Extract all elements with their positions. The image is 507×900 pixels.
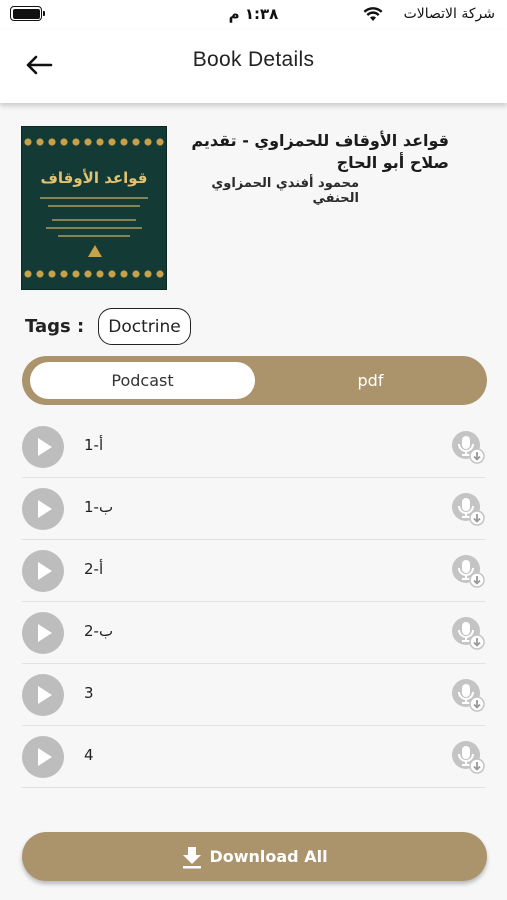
mic-download-icon[interactable]: [451, 492, 485, 526]
list-item: 4: [22, 726, 485, 788]
list-item: 1-أ: [22, 416, 485, 478]
list-item: 2-ب: [22, 602, 485, 664]
book-author: محمود أفندي الحمزاوي الحنفي: [211, 176, 359, 206]
play-icon: [38, 686, 52, 704]
track-label: 1-ب: [84, 498, 114, 516]
download-all-label: Download All: [209, 847, 328, 866]
track-label: 2-أ: [84, 560, 104, 578]
book-cover: قواعد الأوقاف: [21, 126, 167, 290]
play-button[interactable]: [22, 674, 64, 716]
cover-emblem-icon: [88, 245, 102, 257]
track-list: 1-أ 1-ب 2-أ 2-ب 3 4: [0, 416, 507, 788]
tag-doctrine[interactable]: Doctrine: [98, 308, 191, 345]
status-bar: ١:٣٨ م شركة الاتصالات: [0, 0, 507, 30]
track-label: 1-أ: [84, 436, 104, 454]
play-icon: [38, 562, 52, 580]
book-info: قواعد الأوقاف قواعد الأوقاف للحمزاوي - ت…: [21, 126, 487, 292]
page-title: Book Details: [192, 48, 315, 71]
play-icon: [38, 438, 52, 456]
app-header: Book Details: [0, 30, 507, 103]
mic-download-icon[interactable]: [451, 678, 485, 712]
cover-ornament-band: [22, 131, 166, 153]
media-tabs: Podcast pdf: [22, 356, 487, 405]
play-button[interactable]: [22, 426, 64, 468]
play-button[interactable]: [22, 736, 64, 778]
tags-label: Tags :: [25, 316, 85, 337]
tab-pdf[interactable]: pdf: [258, 362, 483, 399]
list-item: 1-ب: [22, 478, 485, 540]
mic-download-icon[interactable]: [451, 430, 485, 464]
track-label: 3: [84, 684, 94, 702]
download-all-button[interactable]: Download All: [22, 832, 487, 881]
carrier-name: شركة الاتصالات: [403, 6, 495, 22]
tab-podcast[interactable]: Podcast: [30, 362, 255, 399]
track-label: 4: [84, 746, 94, 764]
play-button[interactable]: [22, 612, 64, 654]
mic-download-icon[interactable]: [451, 554, 485, 588]
cover-title: قواعد الأوقاف: [40, 169, 148, 187]
mic-download-icon[interactable]: [451, 616, 485, 650]
book-title: قواعد الأوقاف للحمزاوي - تقديم صلاح أبو …: [191, 131, 449, 172]
play-button[interactable]: [22, 550, 64, 592]
download-icon: [183, 846, 202, 868]
play-icon: [38, 624, 52, 642]
wifi-icon: [363, 7, 383, 21]
play-button[interactable]: [22, 488, 64, 530]
track-label: 2-ب: [84, 622, 114, 640]
list-item: 2-أ: [22, 540, 485, 602]
cover-ornament-band: [22, 263, 166, 285]
mic-download-icon[interactable]: [451, 740, 485, 774]
play-icon: [38, 500, 52, 518]
list-item: 3: [22, 664, 485, 726]
play-icon: [38, 748, 52, 766]
